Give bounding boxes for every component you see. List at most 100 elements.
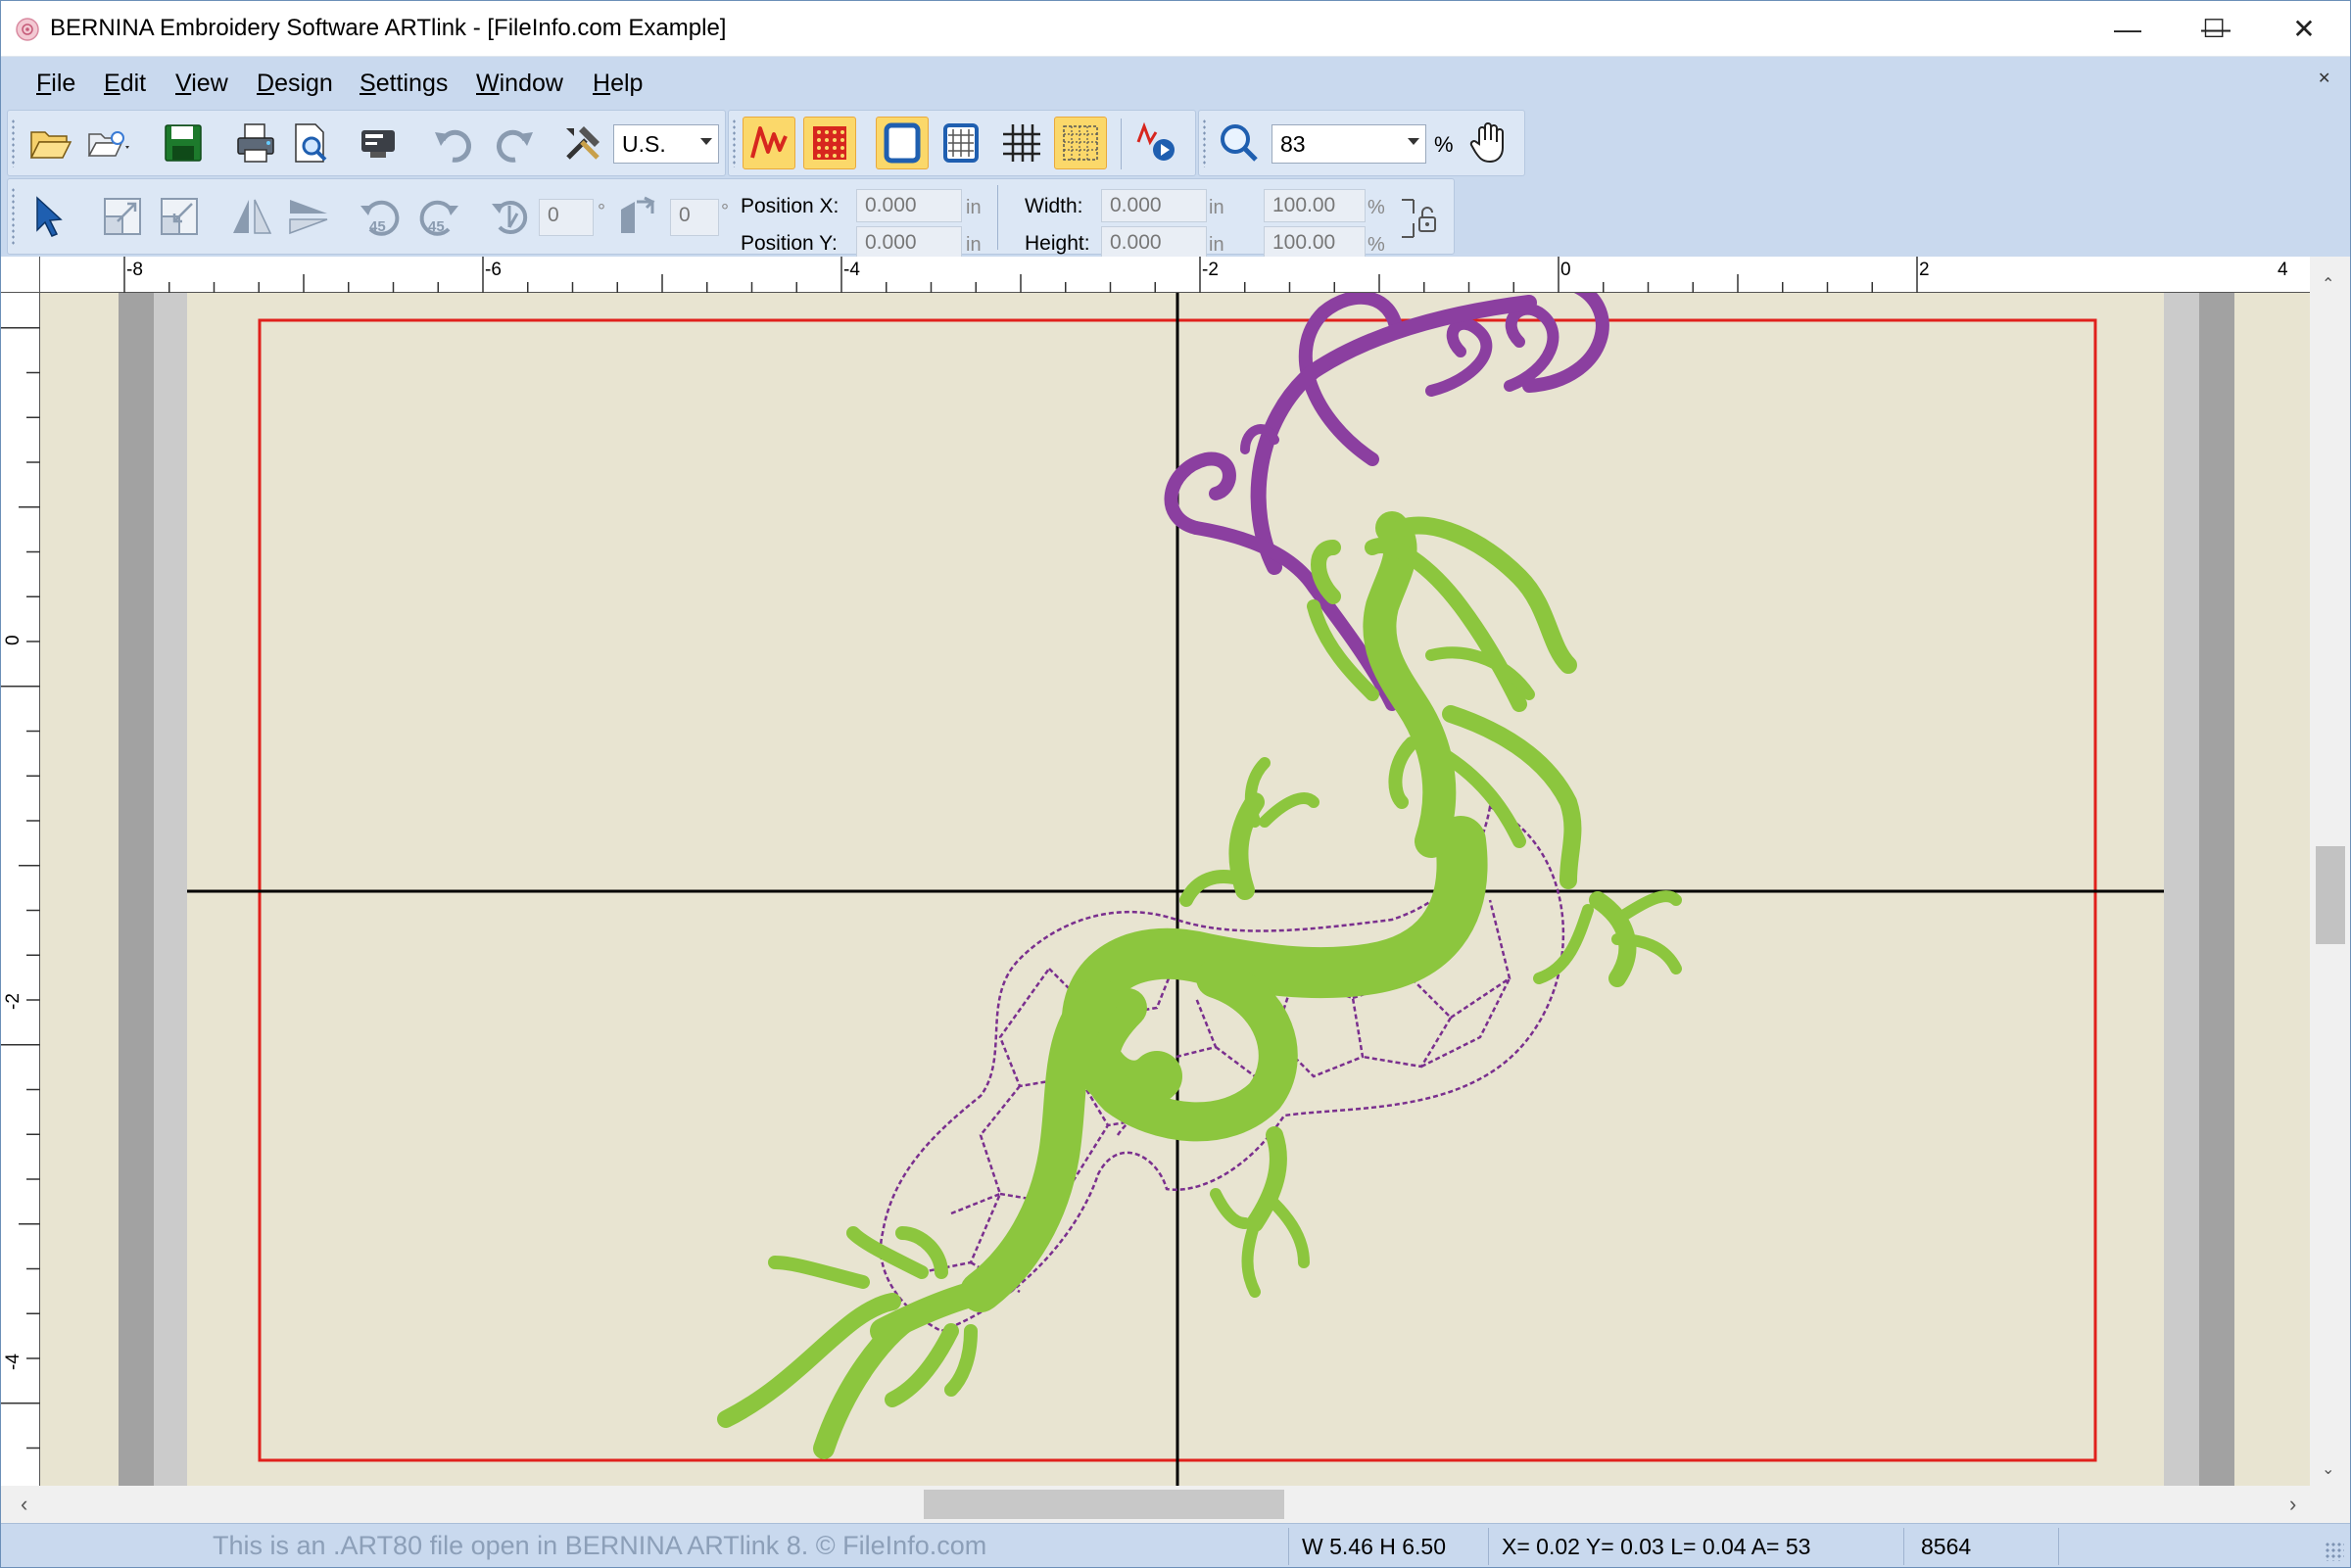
close-button[interactable]: ✕: [2259, 1, 2349, 57]
zoom-level-dropdown[interactable]: 83: [1271, 124, 1426, 164]
mirror-vertical-button[interactable]: [282, 190, 335, 243]
height-value: 0.000: [1110, 231, 1162, 254]
skew-angle-input[interactable]: 0: [670, 199, 719, 236]
toolbar-grip[interactable]: [1202, 119, 1207, 167]
design-view: [119, 293, 2234, 1486]
undo-button[interactable]: [427, 117, 480, 169]
minimize-button-area[interactable]: —: [2083, 1, 2173, 57]
maximize-button[interactable]: ☐: [2169, 1, 2259, 57]
print-preview-button[interactable]: [284, 117, 337, 169]
send-to-machine-button[interactable]: [353, 117, 406, 169]
horizontal-scrollbar[interactable]: ‹ ›: [1, 1486, 2310, 1523]
position-x-label: Position X:: [741, 195, 840, 217]
pan-hand-icon: [1469, 122, 1504, 164]
vertical-ruler-ticks: [1, 327, 40, 1449]
horizontal-scroll-thumb[interactable]: [924, 1490, 1284, 1519]
save-button[interactable]: [157, 117, 210, 169]
show-fill-button[interactable]: [803, 117, 856, 169]
menu-view[interactable]: View: [175, 70, 228, 98]
open-folder-icon: [29, 131, 72, 159]
rotate-angle-unit: °: [598, 201, 605, 222]
open-recent-icon: [87, 131, 129, 157]
stitch-player-icon: [1136, 121, 1175, 161]
skew-button[interactable]: [611, 190, 664, 243]
svg-text:45: 45: [428, 218, 445, 235]
proportional-lock-button[interactable]: [1395, 195, 1442, 242]
position-y-unit: in: [966, 234, 982, 256]
zoom-value: 83: [1280, 131, 1306, 157]
show-stitches-button[interactable]: [743, 117, 795, 169]
position-y-input[interactable]: 0.000: [856, 226, 962, 260]
height-percent-unit: %: [1367, 234, 1385, 256]
grid-icon: [1003, 124, 1040, 162]
stitch-player-button[interactable]: [1130, 117, 1183, 169]
mirror-vertical-icon: [289, 200, 328, 235]
menu-design[interactable]: Design: [257, 70, 333, 98]
mirror-horizontal-button[interactable]: [225, 190, 278, 243]
rotate-button[interactable]: [484, 190, 537, 243]
scale-up-button[interactable]: [96, 190, 149, 243]
select-button[interactable]: [24, 190, 76, 243]
tools-button[interactable]: [556, 117, 609, 169]
height-percent-value: 100.00: [1272, 231, 1336, 254]
grid-settings-button[interactable]: [1054, 117, 1107, 169]
transform-toolbar: 45 45 0 ° 0 ° Position X: 0.000 in Posit…: [7, 178, 1455, 260]
hoop-grid-button[interactable]: [935, 117, 987, 169]
horizontal-ruler-ticks: [123, 257, 1918, 293]
height-label: Height:: [1025, 232, 1090, 255]
scroll-down-icon[interactable]: ⌄: [2322, 1459, 2334, 1479]
zoom-unit: %: [1434, 132, 1454, 157]
undo-icon: [435, 129, 472, 163]
units-dropdown[interactable]: U.S.: [613, 124, 719, 164]
resize-grip[interactable]: [2325, 1542, 2344, 1561]
menu-edit[interactable]: Edit: [104, 70, 146, 98]
rotate-angle-input[interactable]: 0: [539, 199, 594, 236]
menu-window[interactable]: Window: [476, 70, 563, 98]
scroll-left-icon[interactable]: ‹: [21, 1492, 27, 1517]
vertical-scrollbar[interactable]: ⌃ ⌄: [2310, 257, 2350, 1486]
rotate-right-45-button[interactable]: 45: [411, 190, 464, 243]
redo-button[interactable]: [488, 117, 541, 169]
open-recent-button[interactable]: [82, 117, 135, 169]
toolbar-grip[interactable]: [732, 119, 737, 167]
show-hoop-button[interactable]: [876, 117, 929, 169]
scale-down-icon: [161, 198, 198, 235]
chevron-down-icon: [700, 138, 712, 145]
menu-file[interactable]: File: [36, 70, 75, 98]
scroll-up-icon[interactable]: ⌃: [2322, 274, 2334, 294]
stitch-mode-icon: [750, 126, 788, 159]
width-percent-unit: %: [1367, 197, 1385, 218]
rotate-free-icon: [492, 201, 528, 234]
height-percent-input[interactable]: 100.00: [1264, 226, 1366, 260]
close-icon: ✕: [2292, 14, 2316, 44]
toolbar-grip[interactable]: [11, 187, 16, 246]
ruler-label: 2: [1919, 260, 1930, 280]
toolbar-grip[interactable]: [11, 119, 16, 167]
scale-down-button[interactable]: [153, 190, 206, 243]
width-input[interactable]: 0.000: [1101, 189, 1207, 222]
ruler-label: -8: [126, 260, 143, 280]
position-x-input[interactable]: 0.000: [856, 189, 962, 222]
hoop-icon: [884, 122, 921, 164]
pan-button[interactable]: [1462, 117, 1514, 169]
open-button[interactable]: [24, 117, 76, 169]
minimize-glyph: —: [2114, 13, 2141, 44]
width-percent-input[interactable]: 100.00: [1264, 189, 1366, 222]
rotate-angle-value: 0: [548, 204, 559, 226]
status-cursor-coords: X= 0.02 Y= 0.03 L= 0.04 A= 53: [1502, 1534, 1811, 1559]
design-canvas[interactable]: [40, 293, 2310, 1486]
menu-settings[interactable]: Settings: [360, 70, 448, 98]
scroll-right-icon[interactable]: ›: [2289, 1492, 2296, 1517]
show-grid-button[interactable]: [995, 117, 1048, 169]
rotate-right-45-icon: 45: [419, 200, 458, 236]
menu-help[interactable]: Help: [593, 70, 643, 98]
mdi-close-icon[interactable]: ✕: [2318, 69, 2330, 88]
height-input[interactable]: 0.000: [1101, 226, 1207, 260]
rotate-left-45-icon: 45: [360, 200, 400, 236]
zoom-button[interactable]: [1213, 117, 1266, 169]
print-button[interactable]: [229, 117, 282, 169]
vertical-scroll-thumb[interactable]: [2316, 846, 2345, 944]
rotate-left-45-button[interactable]: 45: [355, 190, 408, 243]
width-value: 0.000: [1110, 194, 1162, 216]
fill-pattern-icon: [813, 126, 846, 160]
